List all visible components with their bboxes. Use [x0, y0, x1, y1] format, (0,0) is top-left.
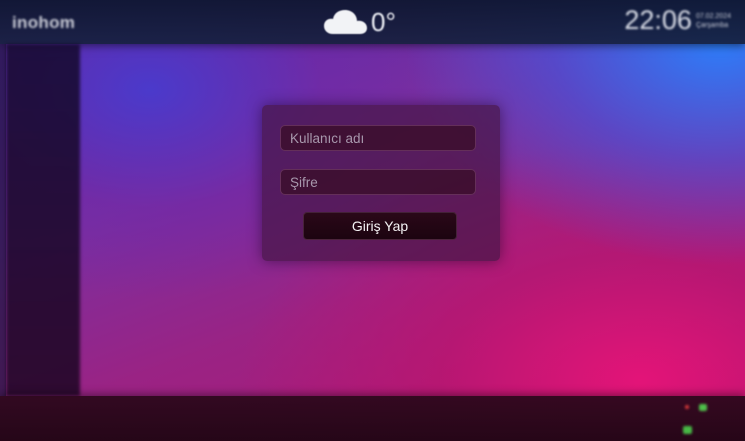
brand-logo: inohom [12, 13, 76, 32]
cloud-icon [324, 10, 367, 34]
username-input[interactable] [280, 125, 476, 151]
alert-icon[interactable] [685, 405, 689, 409]
temperature-readout: 0° [371, 6, 396, 37]
clock-meta: 07.02.2024 Çarşamba [696, 12, 731, 30]
connection-icon[interactable] [699, 404, 707, 411]
login-screen: inohom 0° 22:06 07.02.2024 Çarşamba Giri… [0, 0, 745, 441]
phone-icon[interactable] [683, 426, 692, 434]
clock-date: 07.02.2024 [695, 12, 731, 20]
weather-widget: 0° [323, 6, 396, 38]
clock-widget: 22:06 07.02.2024 Çarşamba [624, 5, 731, 36]
status-indicators [681, 402, 721, 438]
bottom-bar [0, 396, 745, 441]
password-input[interactable] [280, 169, 476, 195]
side-panel [6, 44, 80, 396]
login-dialog: Giriş Yap [262, 105, 500, 261]
login-button[interactable]: Giriş Yap [303, 212, 457, 240]
top-bar: inohom 0° 22:06 07.02.2024 Çarşamba [0, 0, 745, 44]
clock-day: Çarşamba [695, 21, 729, 29]
clock-time: 22:06 [624, 5, 692, 35]
